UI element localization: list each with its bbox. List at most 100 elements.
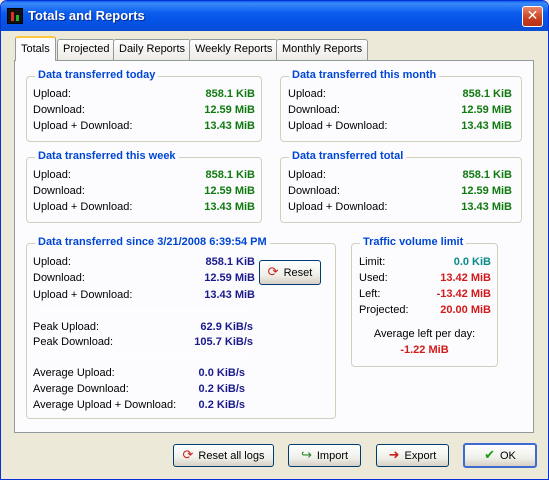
limit-left-row: Left: -13.42 MiB [359, 287, 491, 302]
tab-monthly-reports[interactable]: Monthly Reports [276, 39, 369, 60]
row-value: 0.2 KiB/s [198, 399, 245, 411]
tab-weekly-reports[interactable]: Weekly Reports [189, 39, 279, 60]
month-total-row: Upload + Download: 13.43 MiB [288, 119, 512, 134]
row-value: 105.7 KiB/s [194, 336, 253, 348]
window-title: Totals and Reports [28, 8, 145, 23]
row-label: Download: [288, 104, 340, 116]
row-label: Upload: [33, 169, 71, 181]
group-total: Data transferred total Upload: 858.1 KiB… [280, 150, 522, 223]
import-button[interactable]: ↪ Import [288, 444, 361, 467]
today-download-row: Download: 12.59 MiB [33, 103, 255, 118]
row-label: Average Upload: [33, 367, 115, 379]
group-since: Data transferred since 3/21/2008 6:39:54… [26, 236, 336, 419]
row-value: -13.42 MiB [436, 288, 491, 300]
group-month: Data transferred this month Upload: 858.… [280, 69, 522, 142]
totals-panel: Data transferred today Upload: 858.1 KiB… [14, 60, 534, 433]
since-peak-upload-row: Peak Upload: 62.9 KiB/s [33, 320, 253, 335]
today-total-row: Upload + Download: 13.43 MiB [33, 119, 255, 134]
row-label: Download: [33, 272, 85, 284]
limit-used-row: Used: 13.42 MiB [359, 271, 491, 286]
group-title-since: Data transferred since 3/21/2008 6:39:54… [35, 236, 270, 248]
row-value: 12.59 MiB [461, 185, 512, 197]
avg-left-per-day-value: -1.22 MiB [400, 344, 449, 356]
row-label: Peak Upload: [33, 321, 100, 333]
row-value: 13.43 MiB [204, 289, 255, 301]
row-label: Left: [359, 288, 381, 300]
limit-projected-row: Projected: 20.00 MiB [359, 303, 491, 318]
group-title-month: Data transferred this month [289, 69, 440, 81]
row-value: 12.59 MiB [204, 272, 255, 284]
reset-all-logs-button[interactable]: ⟳ Reset all logs [173, 444, 274, 467]
row-label: Download: [33, 104, 85, 116]
tab-daily-reports[interactable]: Daily Reports [113, 39, 192, 60]
row-label: Upload: [33, 256, 71, 268]
avg-left-per-day-label: Average left per day: [373, 328, 476, 340]
ok-label: OK [500, 449, 516, 462]
row-value: 0.0 KiB/s [198, 367, 245, 379]
row-value: 12.59 MiB [204, 185, 255, 197]
row-label: Average Download: [33, 383, 129, 395]
row-label: Upload + Download: [33, 201, 133, 213]
close-icon[interactable]: ✕ [522, 6, 543, 27]
row-value: 20.00 MiB [440, 304, 491, 316]
row-value: 858.1 KiB [205, 88, 255, 100]
since-avg-upload-row: Average Upload: 0.0 KiB/s [33, 366, 245, 381]
refresh-icon: ⟳ [267, 265, 279, 280]
since-avg-download-row: Average Download: 0.2 KiB/s [33, 382, 245, 397]
row-value: 12.59 MiB [461, 104, 512, 116]
reset-all-logs-label: Reset all logs [198, 449, 265, 462]
since-upload-row: Upload: 858.1 KiB [33, 255, 255, 270]
export-icon: ➜ [388, 448, 400, 463]
group-title-today: Data transferred today [35, 69, 159, 81]
row-label: Used: [359, 272, 388, 284]
today-upload-row: Upload: 858.1 KiB [33, 87, 255, 102]
row-value: 858.1 KiB [205, 256, 255, 268]
row-label: Upload + Download: [33, 120, 133, 132]
total-upload-row: Upload: 858.1 KiB [288, 168, 512, 183]
row-value: 858.1 KiB [462, 169, 512, 181]
total-total-row: Upload + Download: 13.43 MiB [288, 200, 512, 215]
row-label: Average Upload + Download: [33, 399, 177, 411]
import-label: Import [316, 449, 349, 462]
reset-button[interactable]: ⟳ Reset [259, 260, 321, 285]
row-value: 0.0 KiB [453, 256, 491, 268]
row-label: Peak Download: [33, 336, 114, 348]
week-total-row: Upload + Download: 13.43 MiB [33, 200, 255, 215]
row-label: Upload: [288, 88, 326, 100]
row-value: 858.1 KiB [462, 88, 512, 100]
title-bar[interactable]: Totals and Reports ✕ [1, 1, 548, 31]
row-label: Upload + Download: [33, 289, 133, 301]
ok-button[interactable]: ✔ OK [463, 443, 537, 468]
separator [35, 356, 251, 357]
group-traffic-limit: Traffic volume limit Limit: 0.0 KiB Used… [351, 236, 498, 367]
row-value: 13.43 MiB [204, 120, 255, 132]
checkmark-icon: ✔ [484, 448, 495, 463]
since-total-row: Upload + Download: 13.43 MiB [33, 288, 255, 303]
group-title-traffic-limit: Traffic volume limit [360, 236, 467, 248]
totals-and-reports-window: Totals and Reports ✕ Totals Projected Da… [0, 0, 549, 480]
row-value: 0.2 KiB/s [198, 383, 245, 395]
reset-button-label: Reset [283, 266, 313, 279]
group-today: Data transferred today Upload: 858.1 KiB… [26, 69, 262, 142]
export-button[interactable]: ➜ Export [376, 444, 449, 467]
tab-projected[interactable]: Projected [57, 39, 116, 60]
row-label: Limit: [359, 256, 386, 268]
row-label: Download: [33, 185, 85, 197]
since-peak-download-row: Peak Download: 105.7 KiB/s [33, 335, 253, 350]
import-icon: ↪ [300, 448, 312, 463]
row-label: Upload + Download: [288, 201, 388, 213]
month-upload-row: Upload: 858.1 KiB [288, 87, 512, 102]
refresh-icon: ⟳ [182, 448, 194, 463]
week-upload-row: Upload: 858.1 KiB [33, 168, 255, 183]
row-value: 13.42 MiB [440, 272, 491, 284]
tab-totals[interactable]: Totals [15, 36, 56, 61]
row-value: 13.43 MiB [204, 201, 255, 213]
row-label: Upload: [33, 88, 71, 100]
since-avg-total-row: Average Upload + Download: 0.2 KiB/s [33, 398, 245, 413]
row-label: Upload: [288, 169, 326, 181]
row-label: Projected: [359, 304, 409, 316]
row-label: Upload + Download: [288, 120, 388, 132]
month-download-row: Download: 12.59 MiB [288, 103, 512, 118]
since-download-row: Download: 12.59 MiB [33, 271, 255, 286]
export-label: Export [404, 449, 437, 462]
